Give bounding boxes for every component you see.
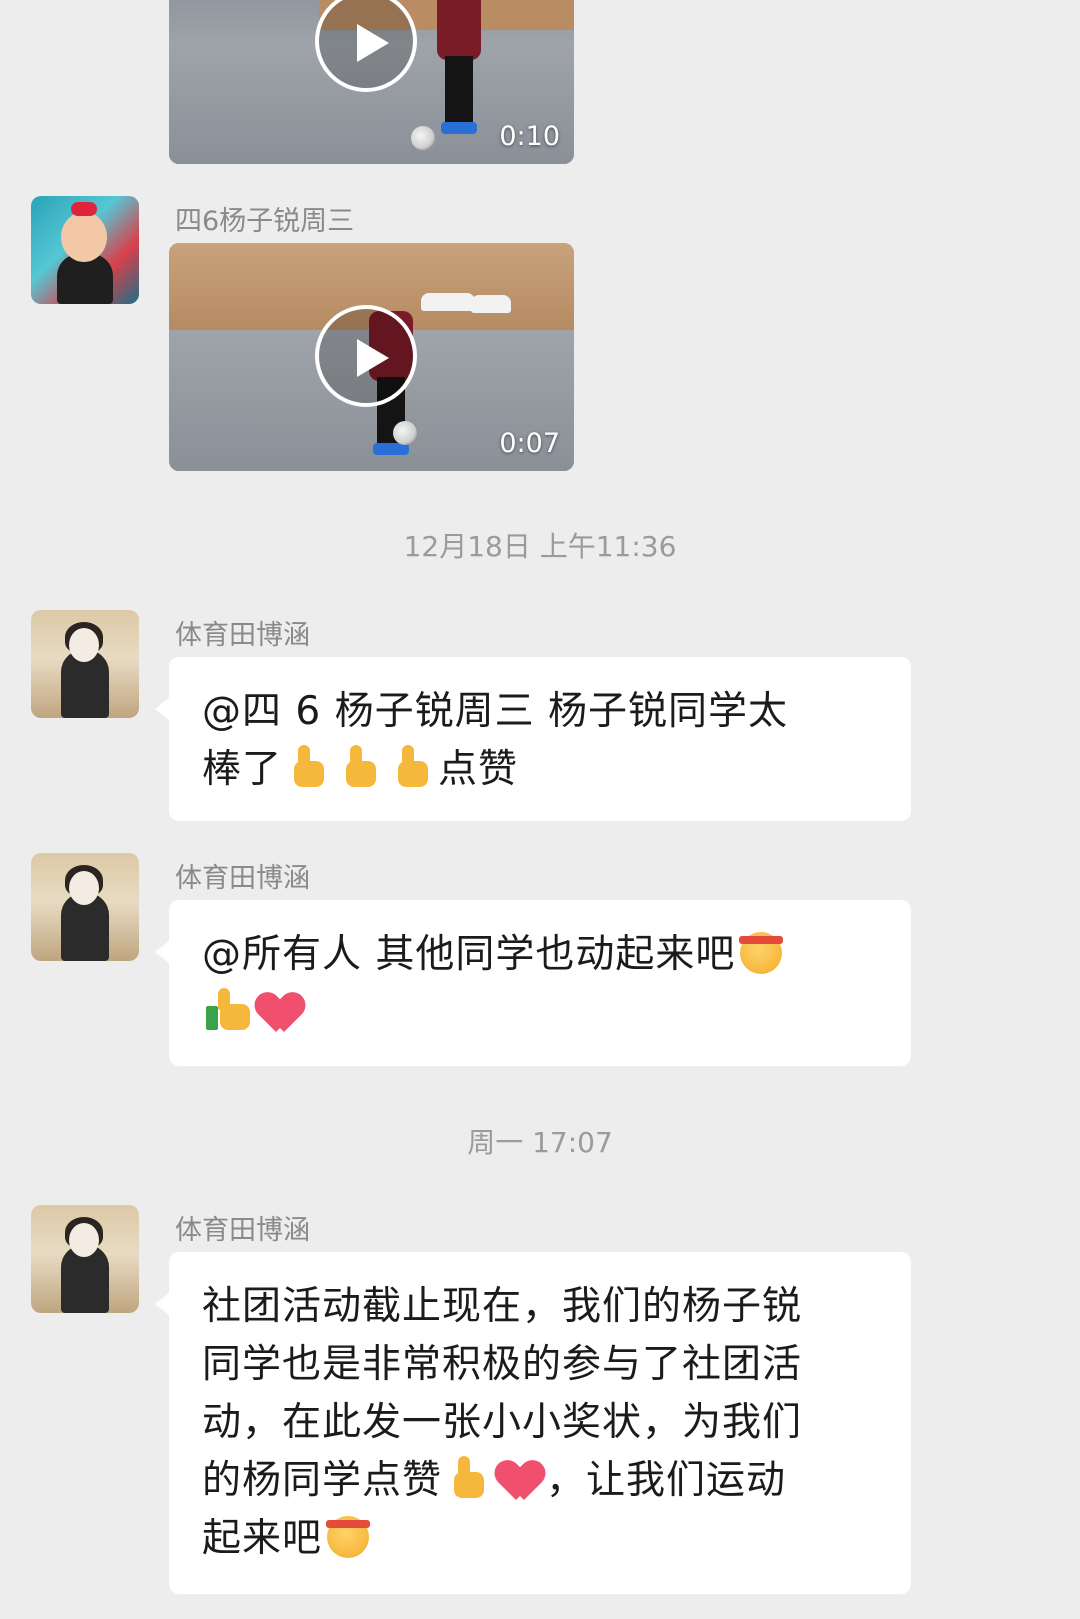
thumbs-up-emoji-icon xyxy=(284,743,332,791)
sender-name: 体育田博涵 xyxy=(175,620,310,651)
message-text: ，让我们运动 xyxy=(546,1458,787,1503)
video-message[interactable]: 0:10 xyxy=(169,0,574,164)
avatar[interactable] xyxy=(31,1205,139,1313)
message-text: 棒了 xyxy=(202,747,283,792)
message-text: @四 6 杨子锐周三 杨子锐同学太 xyxy=(202,689,789,734)
determined-face-emoji-icon xyxy=(737,928,785,976)
video-thumbnail-player xyxy=(437,0,481,140)
video-thumbnail-ball xyxy=(393,421,417,445)
message-text: 同学也是非常积极的参与了社团活 xyxy=(202,1342,803,1387)
timestamp: 周一 17:07 xyxy=(467,1126,613,1159)
message-text-line: 起来吧 xyxy=(202,1510,879,1568)
avatar[interactable] xyxy=(31,853,139,961)
video-thumbnail-car xyxy=(471,295,511,313)
thumbs-up-emoji-icon xyxy=(388,743,436,791)
sender-name: 体育田博涵 xyxy=(175,863,310,894)
video-thumbnail-ball xyxy=(411,126,435,150)
message-bubble[interactable]: @所有人 其他同学也动起来吧 xyxy=(155,900,911,1066)
video-message[interactable]: 0:07 xyxy=(169,243,574,471)
sender-name: 四6杨子锐周三 xyxy=(175,206,355,237)
message-bubble[interactable]: 社团活动截止现在，我们的杨子锐 同学也是非常积极的参与了社团活 动，在此发一张小… xyxy=(155,1252,911,1594)
message-text: @所有人 其他同学也动起来吧 xyxy=(202,932,736,977)
message-text: 动，在此发一张小小奖状，为我们 xyxy=(202,1400,803,1445)
message-text-line: @所有人 其他同学也动起来吧 xyxy=(202,926,879,984)
thumbs-up-emoji-icon xyxy=(204,986,252,1034)
determined-face-emoji-icon xyxy=(324,1512,372,1560)
timestamp: 12月18日 上午11:36 xyxy=(403,530,677,563)
video-duration: 0:07 xyxy=(499,428,560,459)
message-text-line xyxy=(202,984,879,1042)
message-text: 点赞 xyxy=(438,747,519,792)
heart-emoji-icon xyxy=(496,1454,544,1502)
message-text: 起来吧 xyxy=(202,1516,323,1561)
heart-emoji-icon xyxy=(256,986,304,1034)
message-bubble[interactable]: @四 6 杨子锐周三 杨子锐同学太 棒了 点赞 xyxy=(155,657,911,821)
message-text-line: 棒了 点赞 xyxy=(202,741,879,799)
avatar[interactable] xyxy=(31,610,139,718)
video-thumbnail-car xyxy=(421,293,475,311)
avatar[interactable] xyxy=(31,196,139,304)
thumbs-up-emoji-icon xyxy=(444,1454,492,1502)
play-icon[interactable] xyxy=(315,305,417,407)
thumbs-up-emoji-icon xyxy=(336,743,384,791)
sender-name: 体育田博涵 xyxy=(175,1215,310,1246)
message-text: 的杨同学点赞 xyxy=(202,1458,443,1503)
video-duration: 0:10 xyxy=(499,121,560,152)
message-text: 社团活动截止现在，我们的杨子锐 xyxy=(202,1284,803,1329)
message-text-line: 的杨同学点赞 ，让我们运动 xyxy=(202,1452,879,1510)
